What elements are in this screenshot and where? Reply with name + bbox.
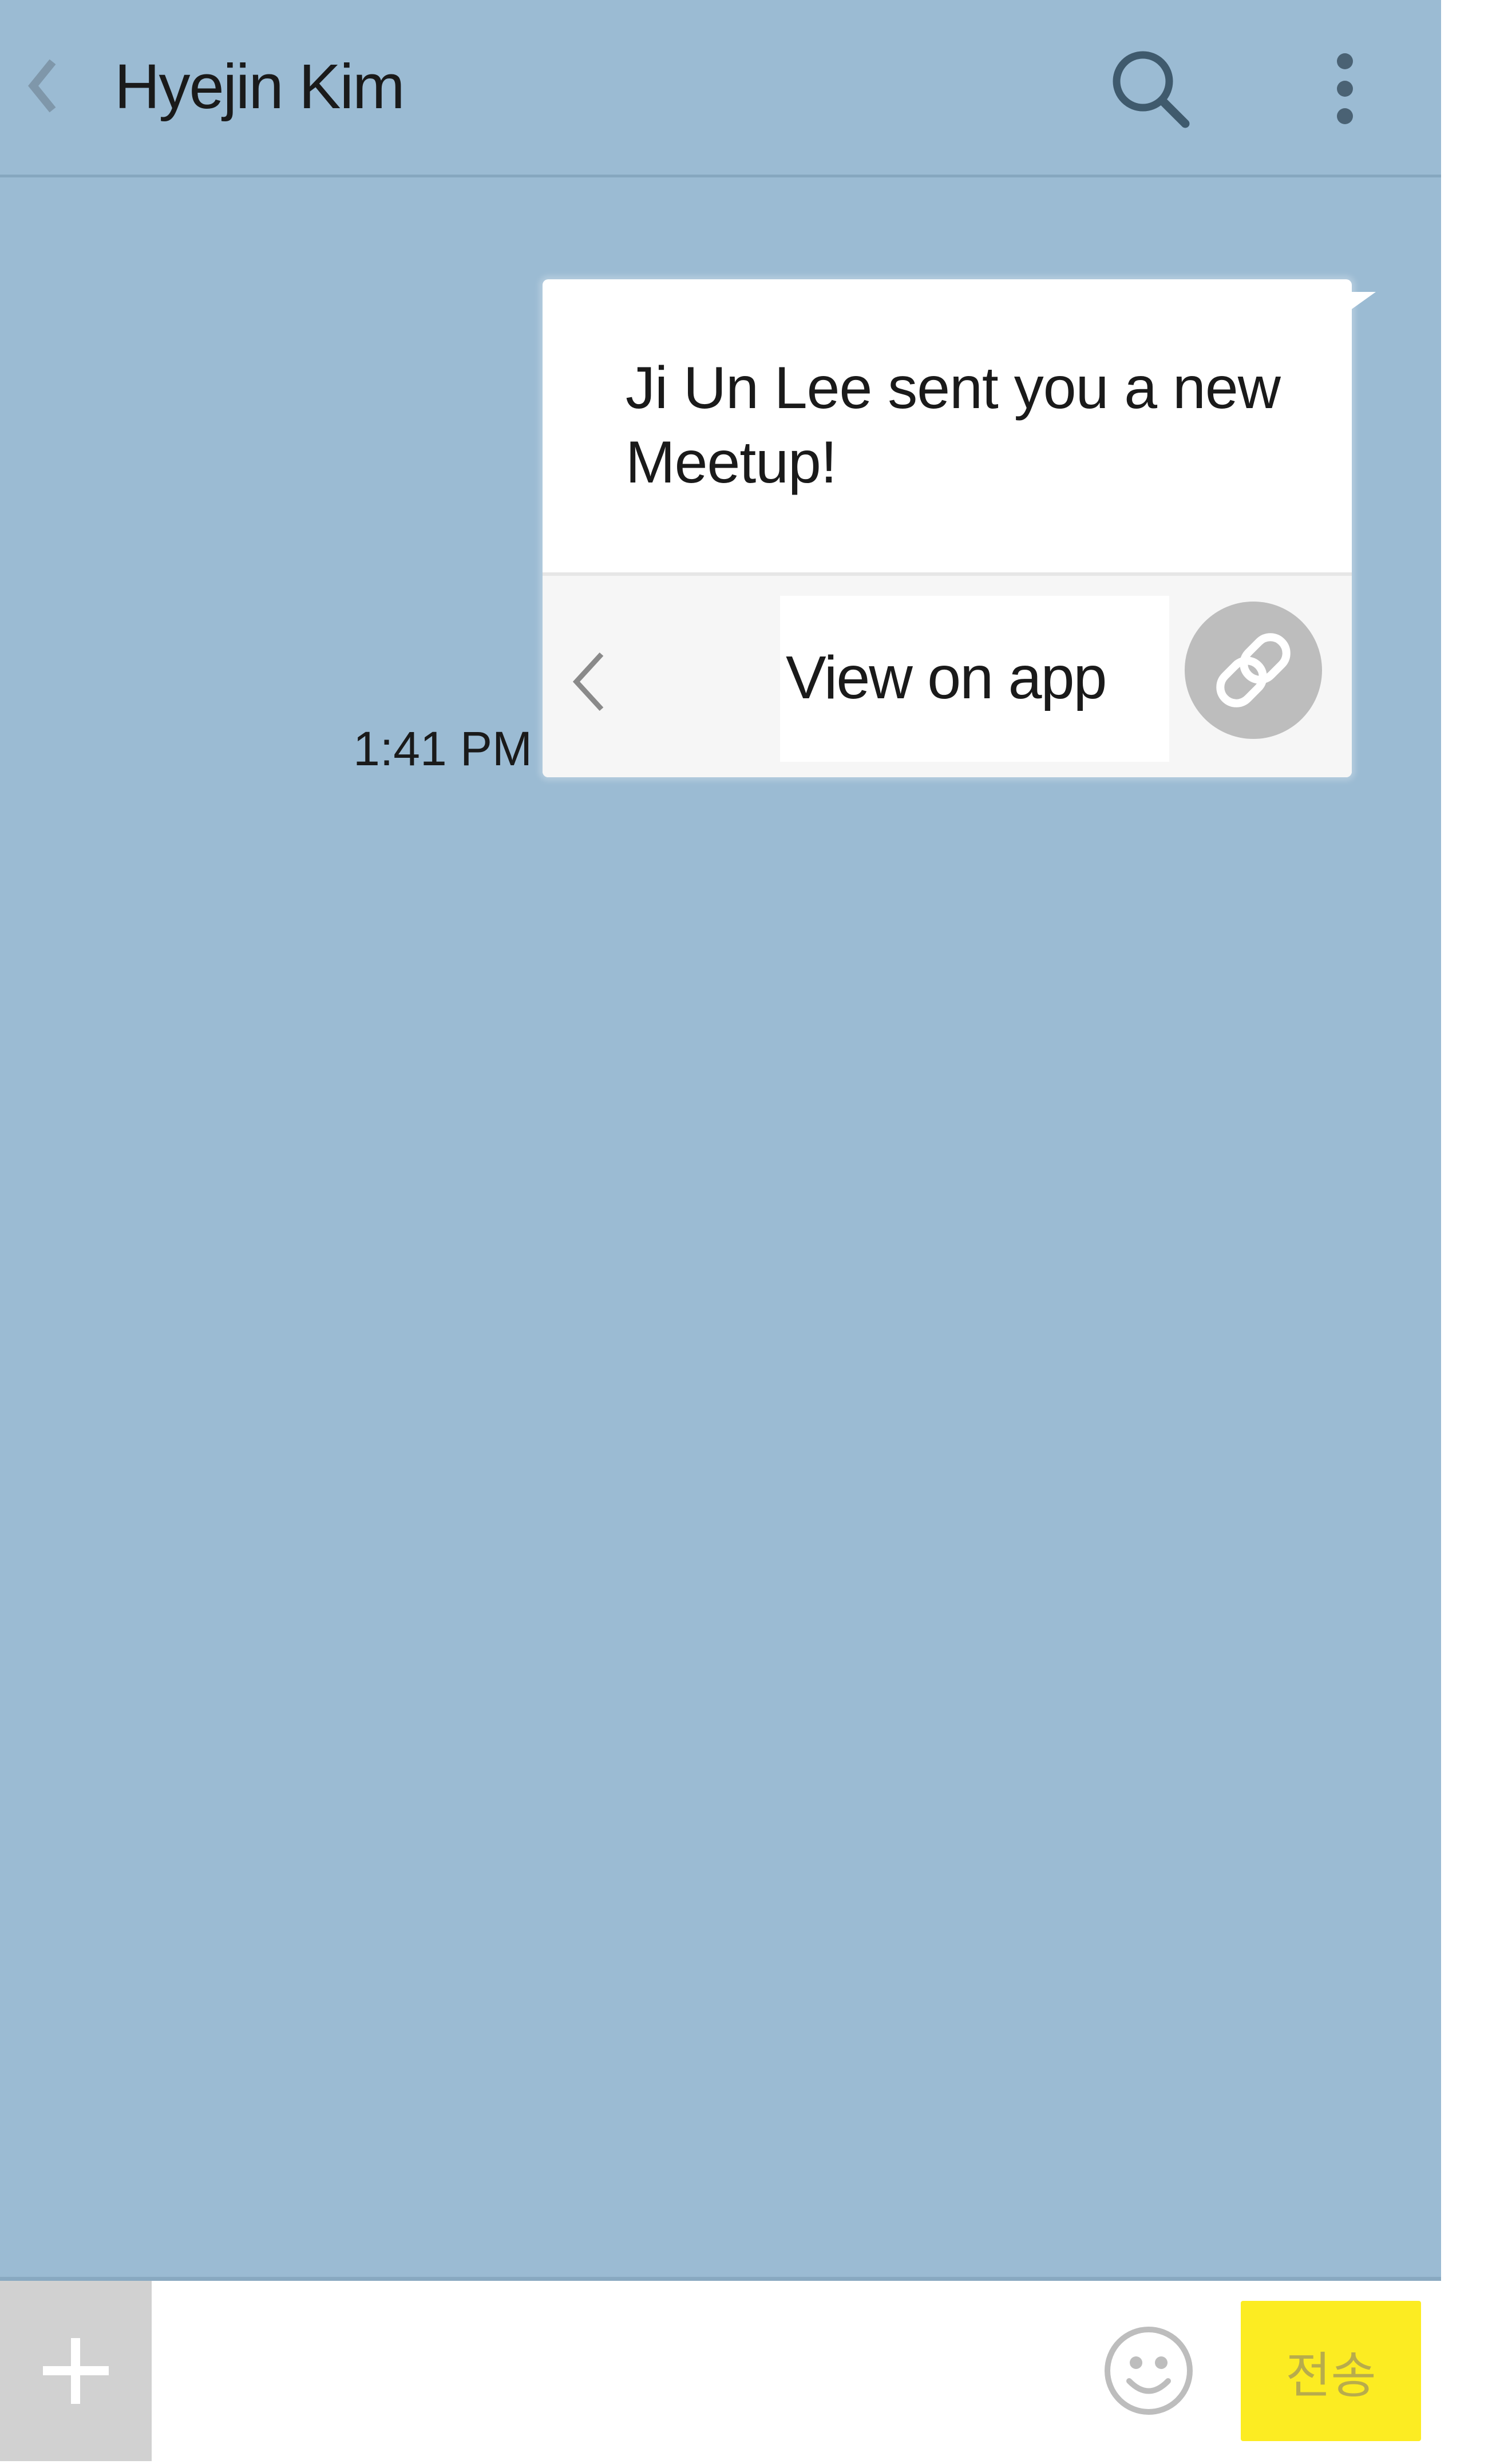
back-button[interactable] [17,52,69,120]
message-timestamp: 1:41 PM [353,722,532,776]
search-button[interactable] [1107,46,1193,132]
message-input-bar: 전송 [0,2281,1488,2461]
link-icon [1216,633,1291,707]
view-on-app-label: View on app [786,644,1107,711]
message-input[interactable] [152,2281,1067,2461]
bubble-tail [1352,292,1376,309]
emoji-button[interactable] [1102,2324,1196,2418]
chevron-left-icon [572,652,604,711]
chat-header: Hyejin Kim [0,0,1441,177]
link-button[interactable] [1185,602,1322,739]
smiley-icon [1105,2327,1193,2415]
more-vertical-icon [1337,53,1353,124]
message-text: Ji Un Lee sent you a new Meetup! [626,355,1281,496]
more-options-button[interactable] [1316,49,1374,129]
add-attachment-button[interactable] [0,2281,152,2461]
chat-title: Hyejin Kim [114,52,405,122]
plus-icon [43,2338,109,2404]
card-back-button[interactable] [568,642,608,722]
link-card-footer: View on app [543,576,1352,777]
send-button[interactable]: 전송 [1241,2301,1421,2441]
chevron-left-icon [27,59,56,113]
search-icon [1113,51,1190,128]
chat-screen: Hyejin Kim 1:41 PM Ji Un Lee sent you a … [0,0,1441,2461]
message-bubble: Ji Un Lee sent you a new Meetup! View on… [543,279,1352,777]
